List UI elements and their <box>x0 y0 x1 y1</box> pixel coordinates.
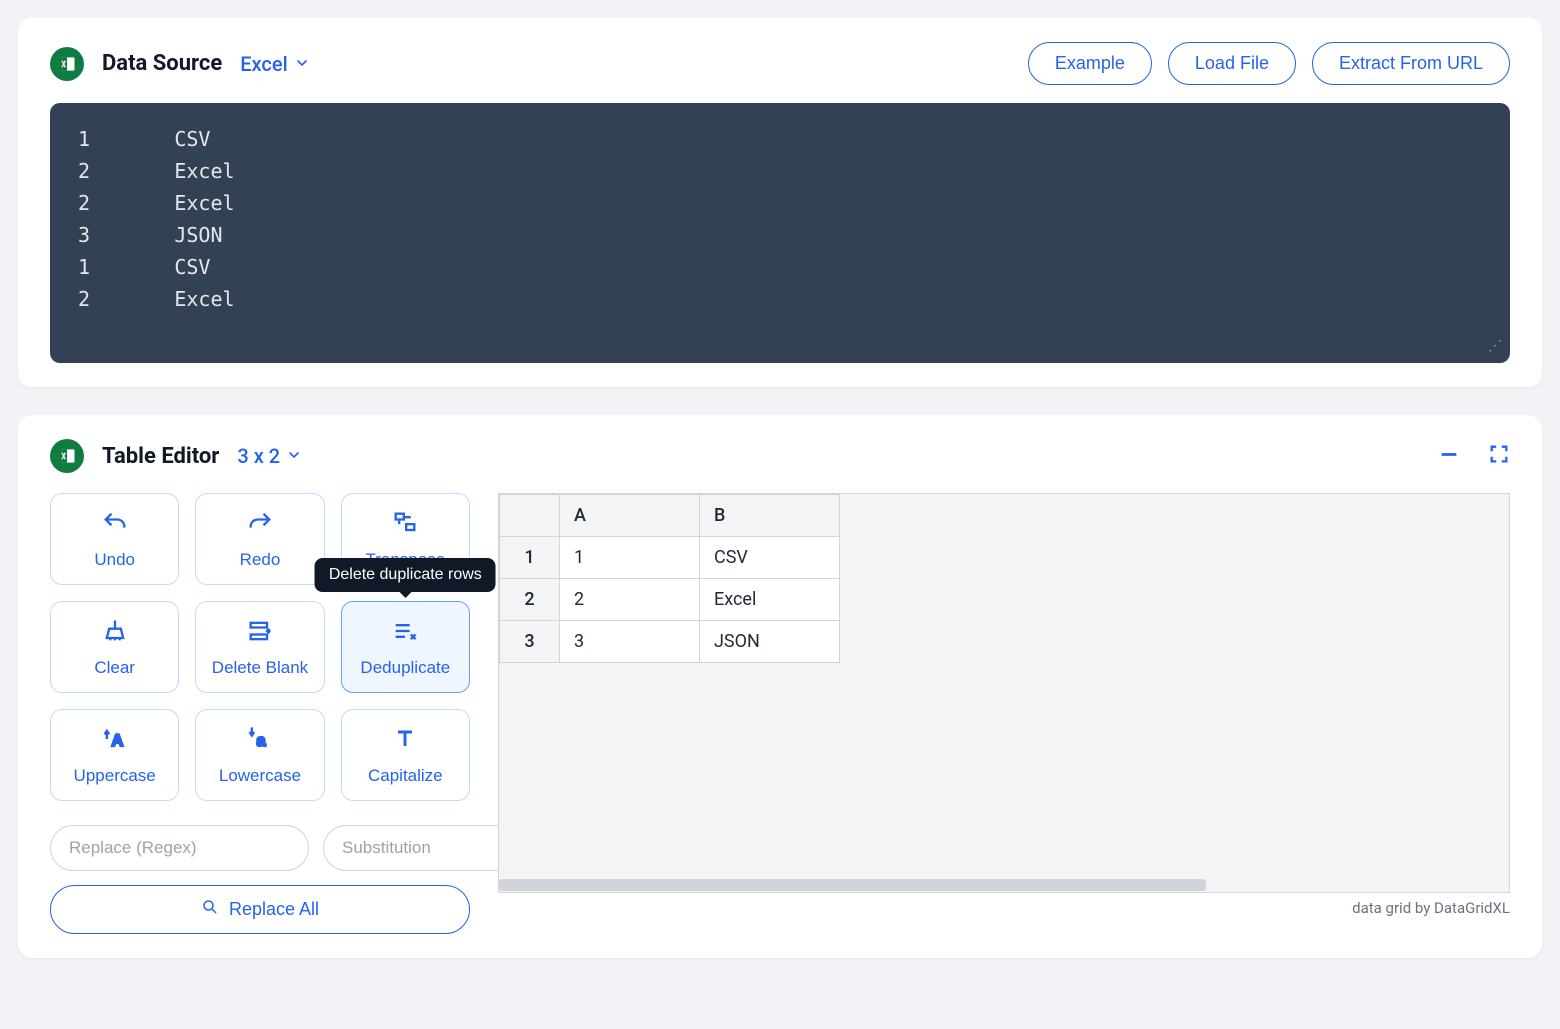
broom-icon <box>101 617 129 650</box>
editor-body: Undo Redo Transpose Clear Delete Blank <box>50 493 1510 934</box>
row-header[interactable]: 3 <box>500 621 560 663</box>
tool-label: Delete Blank <box>212 658 308 678</box>
svg-text:a: a <box>256 732 266 750</box>
source-buttons: Example Load File Extract From URL <box>1028 42 1510 85</box>
data-source-card: Data Source Excel Example Load File Extr… <box>18 18 1542 387</box>
horizontal-scrollbar[interactable] <box>499 878 1509 892</box>
grid-cell[interactable]: CSV <box>700 537 840 579</box>
col-header-b[interactable]: B <box>700 495 840 537</box>
expand-icon[interactable] <box>1488 443 1510 469</box>
tool-label: Uppercase <box>74 766 156 786</box>
clear-button[interactable]: Clear <box>50 601 179 693</box>
tools-column: Undo Redo Transpose Clear Delete Blank <box>50 493 470 934</box>
redo-button[interactable]: Redo <box>195 493 324 585</box>
dims-select[interactable]: 3 x 2 <box>237 444 302 468</box>
table-editor-title: Table Editor <box>102 444 219 469</box>
capitalize-icon <box>391 725 419 758</box>
deduplicate-icon <box>391 617 419 650</box>
grid-wrapper: A B 11CSV22Excel33JSON data grid by Data… <box>498 493 1510 917</box>
tooltip: Delete duplicate rows <box>315 558 496 592</box>
lowercase-icon: a <box>246 725 274 758</box>
tool-grid: Undo Redo Transpose Clear Delete Blank <box>50 493 470 801</box>
load-file-button[interactable]: Load File <box>1168 42 1296 85</box>
data-source-title: Data Source <box>102 51 222 76</box>
source-type-select[interactable]: Excel <box>240 52 309 76</box>
resize-handle-icon[interactable]: ⋰ <box>1488 335 1502 357</box>
grid-corner[interactable] <box>500 495 560 537</box>
minimize-icon[interactable] <box>1438 443 1460 469</box>
svg-text:A: A <box>111 732 123 750</box>
delete-blank-button[interactable]: Delete Blank <box>195 601 324 693</box>
replace-regex-input[interactable] <box>50 825 309 871</box>
grid-cell[interactable]: 2 <box>560 579 700 621</box>
lowercase-button[interactable]: a Lowercase <box>195 709 324 801</box>
grid-cell[interactable]: 1 <box>560 537 700 579</box>
extract-url-button[interactable]: Extract From URL <box>1312 42 1510 85</box>
undo-button[interactable]: Undo <box>50 493 179 585</box>
tool-label: Clear <box>94 658 135 678</box>
row-header[interactable]: 1 <box>500 537 560 579</box>
uppercase-icon: A <box>101 725 129 758</box>
col-header-a[interactable]: A <box>560 495 700 537</box>
source-type-label: Excel <box>240 52 287 76</box>
tool-label: Lowercase <box>219 766 301 786</box>
table-editor-card: Table Editor 3 x 2 Undo Redo <box>18 415 1542 958</box>
tool-label: Undo <box>94 550 135 570</box>
excel-icon <box>50 47 84 81</box>
delete-blank-icon <box>246 617 274 650</box>
dims-label: 3 x 2 <box>237 444 280 468</box>
grid-cell[interactable]: 3 <box>560 621 700 663</box>
table-editor-header: Table Editor 3 x 2 <box>50 439 1510 473</box>
row-header[interactable]: 2 <box>500 579 560 621</box>
window-controls <box>1438 443 1510 469</box>
transpose-icon <box>391 509 419 542</box>
tool-label: Deduplicate <box>360 658 450 678</box>
redo-icon <box>246 509 274 542</box>
tool-label: Redo <box>240 550 281 570</box>
excel-icon <box>50 439 84 473</box>
grid-cell[interactable]: Excel <box>700 579 840 621</box>
data-source-header: Data Source Excel Example Load File Extr… <box>50 42 1510 85</box>
replace-all-button[interactable]: Replace All <box>50 885 470 934</box>
capitalize-button[interactable]: Capitalize <box>341 709 470 801</box>
table-row: 33JSON <box>500 621 840 663</box>
table-row: 11CSV <box>500 537 840 579</box>
replace-inputs <box>50 825 470 871</box>
replace-all-label: Replace All <box>229 899 319 920</box>
search-replace-icon <box>201 898 219 921</box>
grid-credit: data grid by DataGridXL <box>498 899 1510 917</box>
grid-cell[interactable]: JSON <box>700 621 840 663</box>
example-button[interactable]: Example <box>1028 42 1152 85</box>
data-grid[interactable]: A B 11CSV22Excel33JSON <box>498 493 1510 893</box>
table-row: 22Excel <box>500 579 840 621</box>
chevron-down-icon <box>294 52 310 76</box>
chevron-down-icon <box>286 444 302 468</box>
tool-label: Capitalize <box>368 766 443 786</box>
uppercase-button[interactable]: A Uppercase <box>50 709 179 801</box>
deduplicate-button[interactable]: Delete duplicate rows Deduplicate <box>341 601 470 693</box>
source-code-input[interactable]: 1 CSV 2 Excel 2 Excel 3 JSON 1 CSV 2 Exc… <box>50 103 1510 363</box>
undo-icon <box>101 509 129 542</box>
